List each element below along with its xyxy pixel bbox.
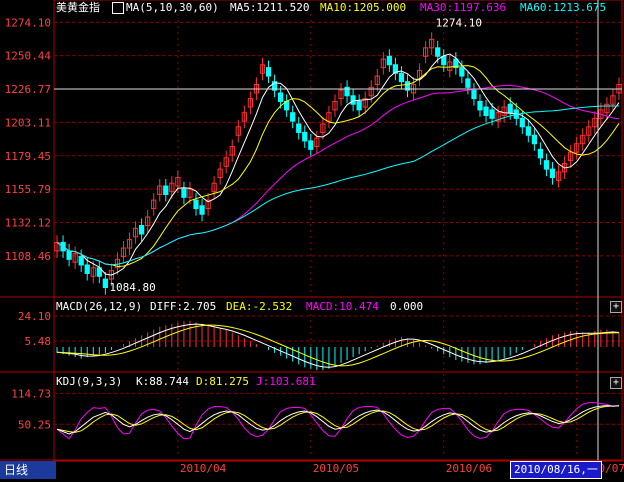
main-y-tick-label: 1108.46 [5,250,51,263]
candle-body [139,225,145,235]
candle-body [181,188,187,198]
candle-body [163,185,169,195]
candle-body [525,126,531,136]
candle-body [489,109,495,119]
period-tab-daily[interactable]: 日线 [0,461,56,479]
candle-body [296,123,302,133]
candle-body [398,72,405,83]
chart-canvas: 1108.46 1132.12 1155.79 1179.45 1203.11 1226.… [0,0,624,475]
chart-stage: 1108.46 1132.12 1155.79 1179.45 1203.11 1226.… [0,0,624,479]
candle-body [290,112,296,122]
main-y-tick-label: 1250.44 [5,50,52,63]
candle-body [465,78,471,88]
cursor-date-readout: 2010/08/16,一 [510,461,602,479]
x-tick-label: 2010/06 [446,462,492,475]
candle-body [78,256,84,266]
x-tick-label: 2010/05 [313,462,359,475]
macd-expand-button[interactable]: + [610,301,622,313]
candle-body [102,278,108,289]
candle-body [308,140,314,150]
candle-body [350,95,356,105]
candle-body [507,103,513,114]
main-y-tick-label: 1274.10 [5,16,51,29]
low-annotation: 1084.80 [109,281,155,294]
candle-body [66,250,72,260]
candle-body [477,100,483,111]
candle-body [537,148,544,159]
macd-y-tick-label: 24.10 [18,310,51,323]
ma10-value: MA10:1205.000 [320,1,407,14]
candle-body [356,100,362,111]
ma30-value: MA30:1197.636 [420,1,507,14]
high-annotation: 1274.10 [436,16,482,29]
main-y-tick-label: 1179.45 [5,150,51,163]
main-y-tick-label: 1155.79 [5,183,51,196]
kdj-k: K:88.744 [136,375,189,388]
x-tick-label: 2010/04 [180,462,227,475]
candle-body [435,47,441,57]
macd-extra: 0.000 [390,300,424,313]
ma5-value: MA5:1211.520 [230,1,310,14]
ma-params: MA(5,10,30,60) [126,1,219,14]
kdj-expand-button[interactable]: + [610,377,622,389]
ma60-value: MA60:1213.675 [520,1,607,14]
macd-params: MACD(26,12,9) [56,300,143,313]
main-y-tick-label: 1226.77 [5,83,51,96]
macd-diff: DIFF:2.705 [150,300,217,313]
macd-dea: DEA:-2.532 [226,300,293,313]
kdj-params: KDJ(9,3,3) [56,375,123,388]
kdj-j: J:103.681 [256,375,316,388]
candle-body [302,131,308,142]
kdj-y-tick-label: 50.25 [18,418,51,431]
candle-body [549,168,556,179]
candle-body [441,55,447,66]
kdj-y-tick-label: 114.73 [11,387,51,400]
candle-body [277,92,284,102]
main-y-tick-label: 1132.12 [5,217,51,230]
main-y-tick-label: 1203.11 [5,116,51,129]
macd-value: MACD:10.474 [306,300,379,313]
candle-body [483,106,489,117]
instrument-title: 美黄金指 [56,1,100,14]
candle-body [193,199,199,210]
candle-body [84,264,90,274]
candle-body [386,55,392,66]
k-line [56,405,620,435]
candle-body [543,160,550,170]
kdj-d: D:81.275 [196,375,249,388]
candle-body [519,117,525,128]
candle-body [471,89,477,100]
candle-body [459,67,465,77]
candle-body [531,134,537,145]
ma-indicator-icon[interactable] [112,2,124,14]
candle-body [265,67,272,77]
ma5-line [56,53,620,276]
candle-body [199,205,205,215]
macd-y-tick-label: 5.48 [25,335,52,348]
